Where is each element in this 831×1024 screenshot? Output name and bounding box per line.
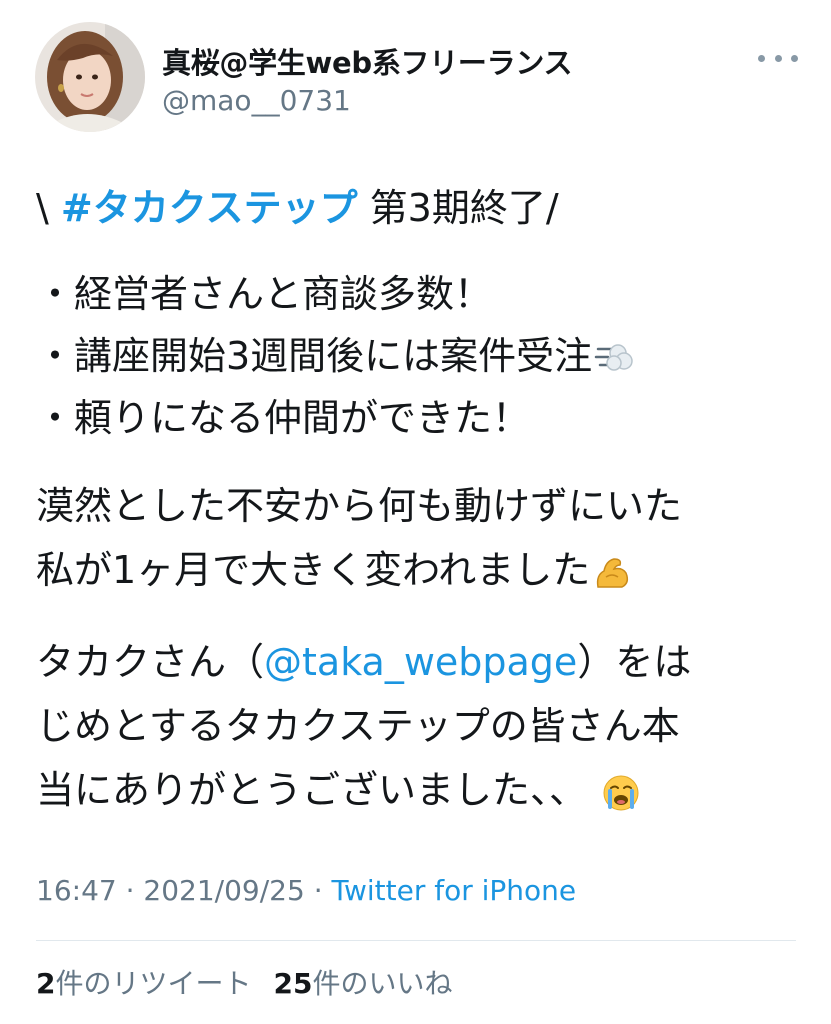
paragraph-text: ）をは: [577, 640, 692, 684]
loudly-crying-face-emoji-icon: [601, 773, 641, 813]
divider: [36, 940, 796, 941]
likes-count: 25: [273, 967, 313, 1000]
likes-stat[interactable]: 25件のいいね: [274, 967, 453, 1000]
bullet-text: ・経営者さんと商談多数！: [36, 272, 493, 316]
tweet-text-line-1: \ #タカクステップ 第3期終了/: [36, 186, 806, 230]
bullet-text: ・講座開始3週間後には案件受注: [36, 334, 593, 378]
flexed-biceps-emoji-icon: [592, 553, 632, 593]
bullet-item: ・経営者さんと商談多数！: [36, 272, 806, 316]
tweet-paragraph-line: じめとするタカクステップの皆さん本: [36, 704, 806, 748]
bullet-text: ・頼りになる仲間ができた！: [36, 396, 531, 440]
paragraph-text: 当にありがとうございました、、: [36, 768, 588, 812]
bullet-item: ・頼りになる仲間ができた！: [36, 396, 806, 440]
paragraph-text: じめとするタカクステップの皆さん本: [36, 704, 680, 748]
avatar[interactable]: [35, 22, 145, 132]
tweet-meta: 16:47 · 2021/09/25 · Twitter for iPhone: [36, 874, 576, 907]
tweet-paragraph-line: 当にありがとうございました、、: [36, 768, 806, 813]
retweets-label: 件のリツイート: [55, 967, 252, 1000]
meta-separator: ·: [304, 874, 332, 907]
tweet-source-link[interactable]: Twitter for iPhone: [332, 874, 577, 907]
tweet-time[interactable]: 16:47: [36, 874, 117, 907]
retweets-count: 2: [36, 967, 56, 1000]
bullet-item: ・講座開始3週間後には案件受注: [36, 334, 806, 379]
tweet-date[interactable]: 2021/09/25: [143, 874, 304, 907]
tweet-paragraph-line: 私が1ヶ月で大きく変われました: [36, 548, 806, 593]
tweet: 真桜@学生web系フリーランス @mao__0731 \ #タカクステップ 第3…: [0, 0, 831, 1024]
mention-link[interactable]: @taka_webpage: [264, 640, 577, 684]
dash-emoji-icon: [594, 339, 634, 379]
likes-label: 件のいいね: [312, 967, 453, 1000]
paragraph-text: 漠然とした不安から何も動けずにいた: [36, 484, 683, 528]
paragraph-text: 私が1ヶ月で大きく変われました: [36, 548, 591, 592]
hashtag-link[interactable]: #タカクステップ: [61, 186, 358, 230]
tweet-text-suffix: 第3期終了/: [357, 186, 559, 230]
tweet-text-prefix: \: [36, 186, 61, 230]
meta-separator: ·: [116, 874, 144, 907]
tweet-paragraph-line: 漠然とした不安から何も動けずにいた: [36, 484, 806, 528]
retweets-stat[interactable]: 2件のリツイート: [36, 967, 252, 1000]
author-display-name[interactable]: 真桜@学生web系フリーランス: [162, 40, 572, 82]
tweet-stats: 2件のリツイート 25件のいいね: [36, 962, 452, 1002]
more-options-icon[interactable]: [758, 44, 798, 72]
paragraph-text: タカクさん（: [36, 640, 265, 684]
author-handle[interactable]: @mao__0731: [162, 84, 351, 117]
tweet-paragraph-line: タカクさん（@taka_webpage）をは: [36, 640, 806, 684]
